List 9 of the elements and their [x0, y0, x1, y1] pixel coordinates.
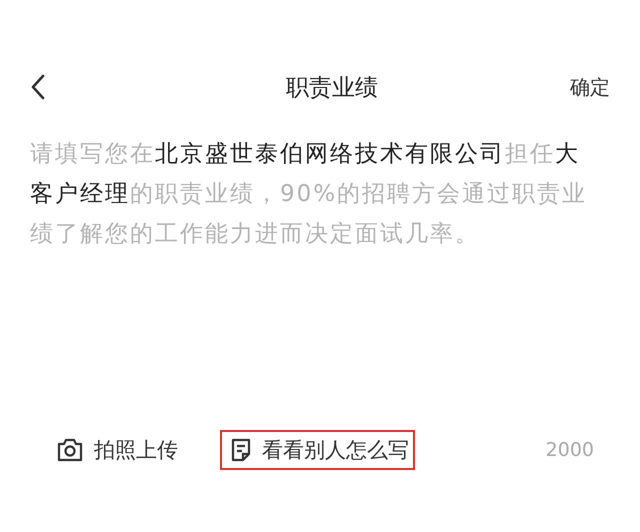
note-icon	[230, 438, 252, 462]
page-title: 职责业绩	[286, 74, 378, 102]
upload-photo-button[interactable]: 拍照上传	[46, 430, 184, 470]
confirm-button[interactable]: 确定	[570, 74, 610, 100]
character-count: 2000	[546, 439, 594, 461]
hint-text: 请填写您在北京盛世泰伯网络技术有限公司 担任大客户经理的职责业绩，90%的招聘方会通过职责业绩了解您的工作能力进而决定面试几率。	[30, 140, 588, 249]
camera-icon	[56, 437, 84, 463]
examples-button[interactable]: 看看别人怎么写	[220, 430, 415, 470]
back-icon	[30, 74, 46, 100]
